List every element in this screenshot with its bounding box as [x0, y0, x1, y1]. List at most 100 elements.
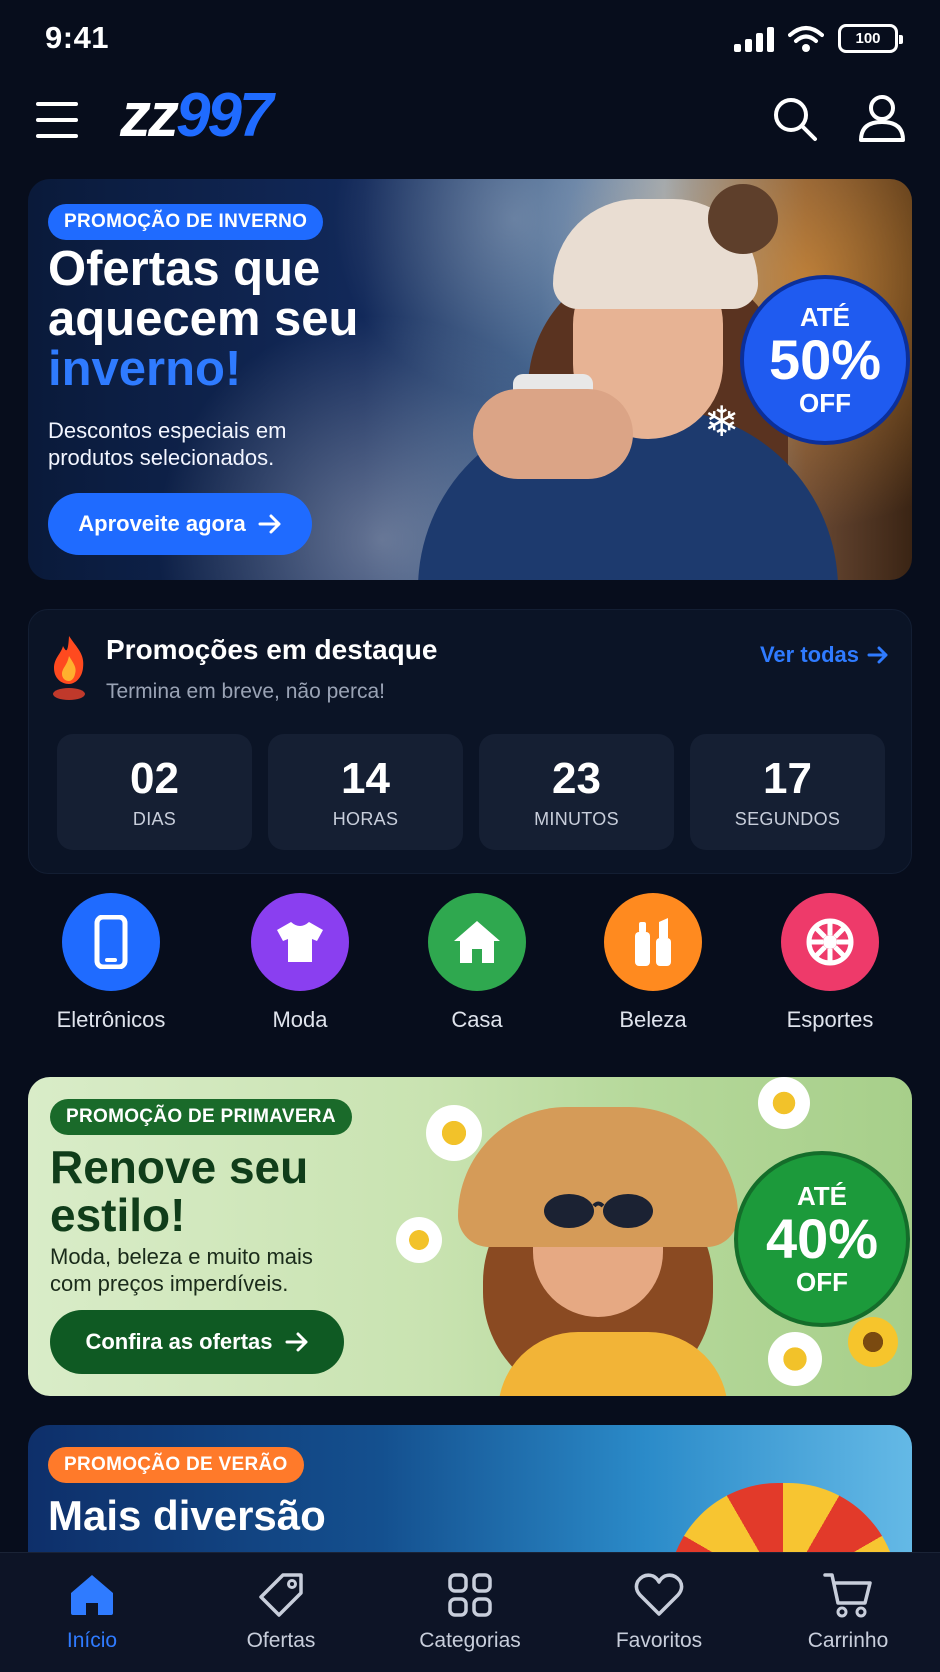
countdown-value: 23: [552, 753, 601, 803]
category-home[interactable]: Casa: [397, 893, 557, 1033]
countdown-label: SEGUNDOS: [734, 808, 841, 829]
spring-promo-title: Renove seu estilo!: [50, 1143, 308, 1239]
countdown-days: 02 DIAS: [57, 734, 252, 850]
category-electronics[interactable]: Eletrônicos: [31, 893, 191, 1033]
daisy-decoration: [426, 1105, 482, 1161]
countdown-label: DIAS: [132, 808, 177, 829]
summer-promo-tag: PROMOÇÃO DE VERÃO: [48, 1447, 304, 1483]
discount-prefix: ATÉ: [799, 302, 851, 332]
winter-title-line2: aquecem seu: [48, 292, 359, 346]
winter-cta-label: Aproveite agora: [78, 511, 246, 536]
nav-favorites[interactable]: Favoritos: [569, 1569, 749, 1653]
app-header: zz997: [0, 80, 940, 160]
nav-label: Início: [66, 1629, 118, 1652]
spring-title-line1: Renove seu: [50, 1141, 309, 1193]
countdown-label: HORAS: [332, 808, 399, 829]
category-label: Beleza: [619, 1007, 687, 1032]
status-bar: 9:41 100: [0, 0, 940, 80]
banner-image-hands: [473, 389, 633, 479]
category-label: Eletrônicos: [56, 1007, 166, 1032]
see-all-label: Ver todas: [759, 642, 859, 667]
spring-promo-tag: PROMOÇÃO DE PRIMAVERA: [50, 1099, 352, 1135]
discount-value: 50%: [768, 328, 882, 391]
nav-cart[interactable]: Carrinho: [758, 1569, 938, 1653]
cosmetics-icon: [604, 893, 702, 991]
spring-cta-button[interactable]: Confira as ofertas: [50, 1310, 344, 1374]
countdown-minutes: 23 MINUTOS: [479, 734, 674, 850]
bottom-navigation: Início Ofertas Categorias Favoritos Carr…: [0, 1552, 940, 1672]
winter-promo-title: Ofertas que aquecem seu inverno!: [48, 244, 428, 394]
grid-icon: [444, 1569, 496, 1621]
spring-title-line2: estilo!: [50, 1189, 186, 1241]
fire-icon: [53, 636, 85, 700]
countdown-seconds: 17 SEGUNDOS: [690, 734, 885, 850]
sunflower-decoration: [848, 1317, 898, 1367]
see-all-link[interactable]: Ver todas: [760, 642, 889, 668]
winter-promo-tag: PROMOÇÃO DE INVERNO: [48, 204, 324, 240]
signal-icon: [734, 26, 774, 52]
category-sports[interactable]: Esportes: [750, 893, 910, 1033]
snowflake-icon: ❄: [704, 398, 740, 445]
nav-home[interactable]: Início: [2, 1569, 182, 1653]
status-icons: 100: [734, 24, 903, 53]
home-icon: [66, 1569, 118, 1621]
search-icon[interactable]: [770, 94, 820, 144]
home-icon: [428, 893, 526, 991]
spring-subtitle-line1: Moda, beleza e muito mais: [50, 1244, 313, 1269]
spring-promo-subtitle: Moda, beleza e muito mais com preços imp…: [50, 1243, 313, 1297]
daisy-decoration: [768, 1332, 822, 1386]
discount-suffix: OFF: [796, 1267, 848, 1297]
menu-icon-bar: [36, 118, 78, 122]
discount-value: 40%: [765, 1207, 879, 1270]
nav-categories[interactable]: Categorias: [380, 1569, 560, 1653]
arrow-right-icon: [285, 1332, 308, 1352]
spring-cta-label: Confira as ofertas: [85, 1329, 273, 1354]
featured-promotions-card: Promoções em destaque Termina em breve, …: [28, 609, 912, 874]
winter-promo-banner[interactable]: PROMOÇÃO DE INVERNO Ofertas que aquecem …: [28, 179, 912, 580]
category-fashion[interactable]: Moda: [220, 893, 380, 1033]
discount-suffix: OFF: [799, 388, 851, 418]
user-profile-icon[interactable]: [856, 92, 908, 144]
countdown-value: 17: [763, 753, 812, 803]
status-time: 9:41: [45, 20, 110, 55]
nav-label: Ofertas: [246, 1629, 316, 1652]
category-label: Esportes: [786, 1007, 874, 1032]
wifi-icon: [788, 25, 824, 52]
menu-icon-bar: [36, 102, 78, 106]
logo-part2: 997: [176, 81, 273, 150]
promo-section-title: Promoções em destaque: [106, 634, 438, 665]
nav-label: Categorias: [419, 1629, 521, 1652]
countdown-value: 02: [130, 753, 179, 803]
banner-image-pompom: [708, 184, 778, 254]
phone-icon: [62, 893, 160, 991]
cart-icon: [822, 1569, 874, 1621]
nav-offers[interactable]: Ofertas: [191, 1569, 371, 1653]
heart-icon: [633, 1569, 685, 1621]
daisy-decoration: [396, 1217, 442, 1263]
arrow-right-icon: [258, 514, 281, 534]
countdown-value: 14: [341, 753, 390, 803]
promo-section-subtitle: Termina em breve, não perca!: [106, 680, 385, 703]
menu-button[interactable]: [36, 102, 78, 138]
countdown-label: MINUTOS: [534, 808, 619, 829]
summer-promo-title: Mais diversão: [48, 1492, 326, 1539]
winter-title-line1: Ofertas que: [48, 242, 321, 296]
spring-discount-badge: ATÉ 40% OFF: [734, 1151, 910, 1327]
spring-promo-banner[interactable]: PROMOÇÃO DE PRIMAVERA Renove seu estilo!…: [28, 1077, 912, 1396]
category-beauty[interactable]: Beleza: [573, 893, 733, 1033]
winter-discount-badge: ATÉ 50% OFF: [740, 275, 910, 445]
app-logo[interactable]: zz997: [120, 80, 273, 151]
countdown-hours: 14 HORAS: [268, 734, 463, 850]
ball-icon: [781, 893, 879, 991]
discount-prefix: ATÉ: [796, 1181, 848, 1211]
battery-icon: 100: [838, 24, 903, 53]
spring-subtitle-line2: com preços imperdíveis.: [50, 1271, 289, 1296]
daisy-decoration: [758, 1077, 810, 1129]
winter-title-accent: inverno!: [48, 342, 242, 396]
tag-icon: [255, 1569, 307, 1621]
category-label: Casa: [451, 1007, 503, 1032]
sunglasses-decoration: [544, 1194, 653, 1228]
menu-icon-bar: [36, 134, 78, 138]
winter-promo-subtitle: Descontos especiais em produtos selecion…: [48, 418, 287, 470]
winter-cta-button[interactable]: Aproveite agora: [48, 493, 312, 555]
